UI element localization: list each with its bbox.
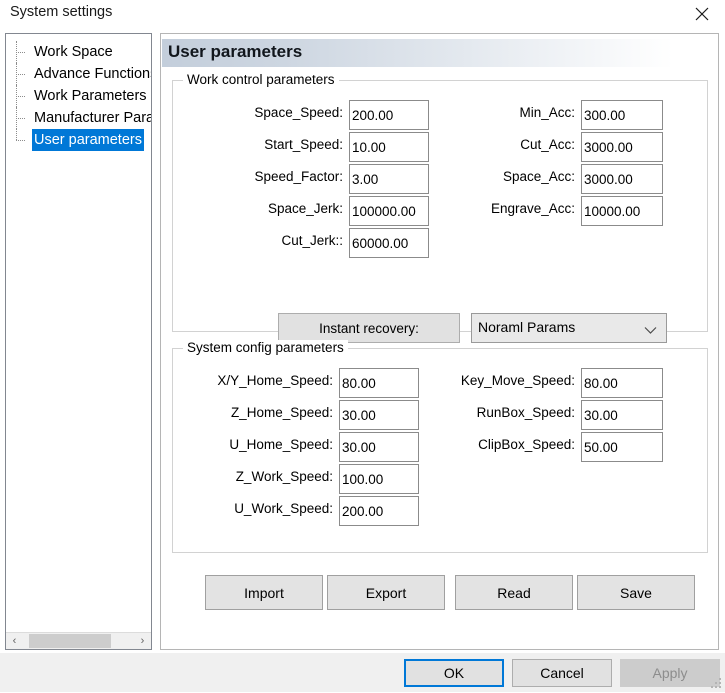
tree-connector-dash [16,140,25,141]
field-label: Speed_Factor: [254,169,343,184]
close-icon[interactable] [679,0,725,28]
field-label: Cut_Acc: [520,137,575,152]
speed-factor-input[interactable] [349,164,429,194]
tree-connector-dash [16,118,25,119]
tree-item-label: User parameters [32,129,144,151]
work-control-parameters-group: Work control parameters Space_Speed: Sta… [172,80,708,332]
system-config-parameters-group: System config parameters X/Y_Home_Speed:… [172,348,708,553]
key-move-speed-input[interactable] [581,368,663,398]
field-label: Start_Speed: [264,137,343,152]
params-preset-selected-value: Noraml Params [478,319,575,335]
space-acc-input[interactable] [581,164,663,194]
work-control-legend: Work control parameters [183,72,339,87]
field-label: RunBox_Speed: [477,405,575,420]
u-home-speed-input[interactable] [339,432,419,462]
import-button[interactable]: Import [205,575,323,610]
tree-item-label: Manufacturer Para [32,107,151,129]
content-panel: User parameters Work control parameters … [160,33,719,650]
tree-horizontal-scrollbar[interactable]: ‹ › [6,632,151,649]
tree-item-manufacturer-para[interactable]: Manufacturer Para [6,107,151,129]
page-header: User parameters [162,39,718,67]
ok-button[interactable]: OK [404,659,504,687]
start-speed-input[interactable] [349,132,429,162]
field-label: Space_Jerk: [268,201,343,216]
field-label: Key_Move_Speed: [461,373,575,388]
min-acc-input[interactable] [581,100,663,130]
field-label: Z_Home_Speed: [231,405,333,420]
u-work-speed-input[interactable] [339,496,419,526]
window-titlebar: System settings [0,0,725,28]
params-preset-combobox[interactable]: Noraml Params [471,313,667,343]
settings-tree-list: Work Space Advance Functions Work Parame… [6,41,151,151]
engrave-acc-input[interactable] [581,196,663,226]
field-label: U_Home_Speed: [229,437,333,452]
tree-connector-dash [16,74,25,75]
runbox-speed-input[interactable] [581,400,663,430]
tree-connector-dash [16,96,25,97]
field-label: Cut_Jerk:: [281,233,343,248]
read-button[interactable]: Read [455,575,573,610]
tree-item-advance-functions[interactable]: Advance Functions [6,63,151,85]
space-jerk-input[interactable] [349,196,429,226]
tree-item-work-space[interactable]: Work Space [6,41,151,63]
scroll-right-arrow-icon[interactable]: › [134,633,151,649]
xy-home-speed-input[interactable] [339,368,419,398]
field-label: ClipBox_Speed: [478,437,575,452]
space-speed-input[interactable] [349,100,429,130]
instant-recovery-button[interactable]: Instant recovery: [278,313,460,343]
field-label: Min_Acc: [519,105,575,120]
cancel-button[interactable]: Cancel [512,659,612,687]
clipbox-speed-input[interactable] [581,432,663,462]
tree-item-label: Work Parameters [32,85,149,107]
z-work-speed-input[interactable] [339,464,419,494]
field-label: Z_Work_Speed: [236,469,333,484]
system-config-legend: System config parameters [183,340,348,355]
settings-tree-panel: Work Space Advance Functions Work Parame… [5,33,152,650]
scroll-left-arrow-icon[interactable]: ‹ [6,633,23,649]
field-label: Space_Acc: [503,169,575,184]
field-label: X/Y_Home_Speed: [217,373,333,388]
window-title: System settings [10,4,112,20]
export-button[interactable]: Export [327,575,445,610]
z-home-speed-input[interactable] [339,400,419,430]
chevron-down-icon[interactable] [644,323,657,338]
cut-jerk-input[interactable] [349,228,429,258]
tree-item-label: Work Space [32,41,115,63]
tree-connector-line [16,129,17,140]
save-button[interactable]: Save [577,575,695,610]
tree-item-user-parameters[interactable]: User parameters [6,129,151,151]
tree-connector-dash [16,52,25,53]
dialog-footer: OK Cancel Apply [0,653,725,692]
resize-grip-icon[interactable] [711,678,723,690]
field-label: U_Work_Speed: [234,501,333,516]
tree-item-label: Advance Functions [32,63,151,85]
field-label: Engrave_Acc: [491,201,575,216]
scrollbar-thumb[interactable] [29,634,111,648]
apply-button: Apply [620,659,720,687]
page-title: User parameters [168,42,302,62]
field-label: Space_Speed: [254,105,343,120]
tree-item-work-parameters[interactable]: Work Parameters [6,85,151,107]
cut-acc-input[interactable] [581,132,663,162]
